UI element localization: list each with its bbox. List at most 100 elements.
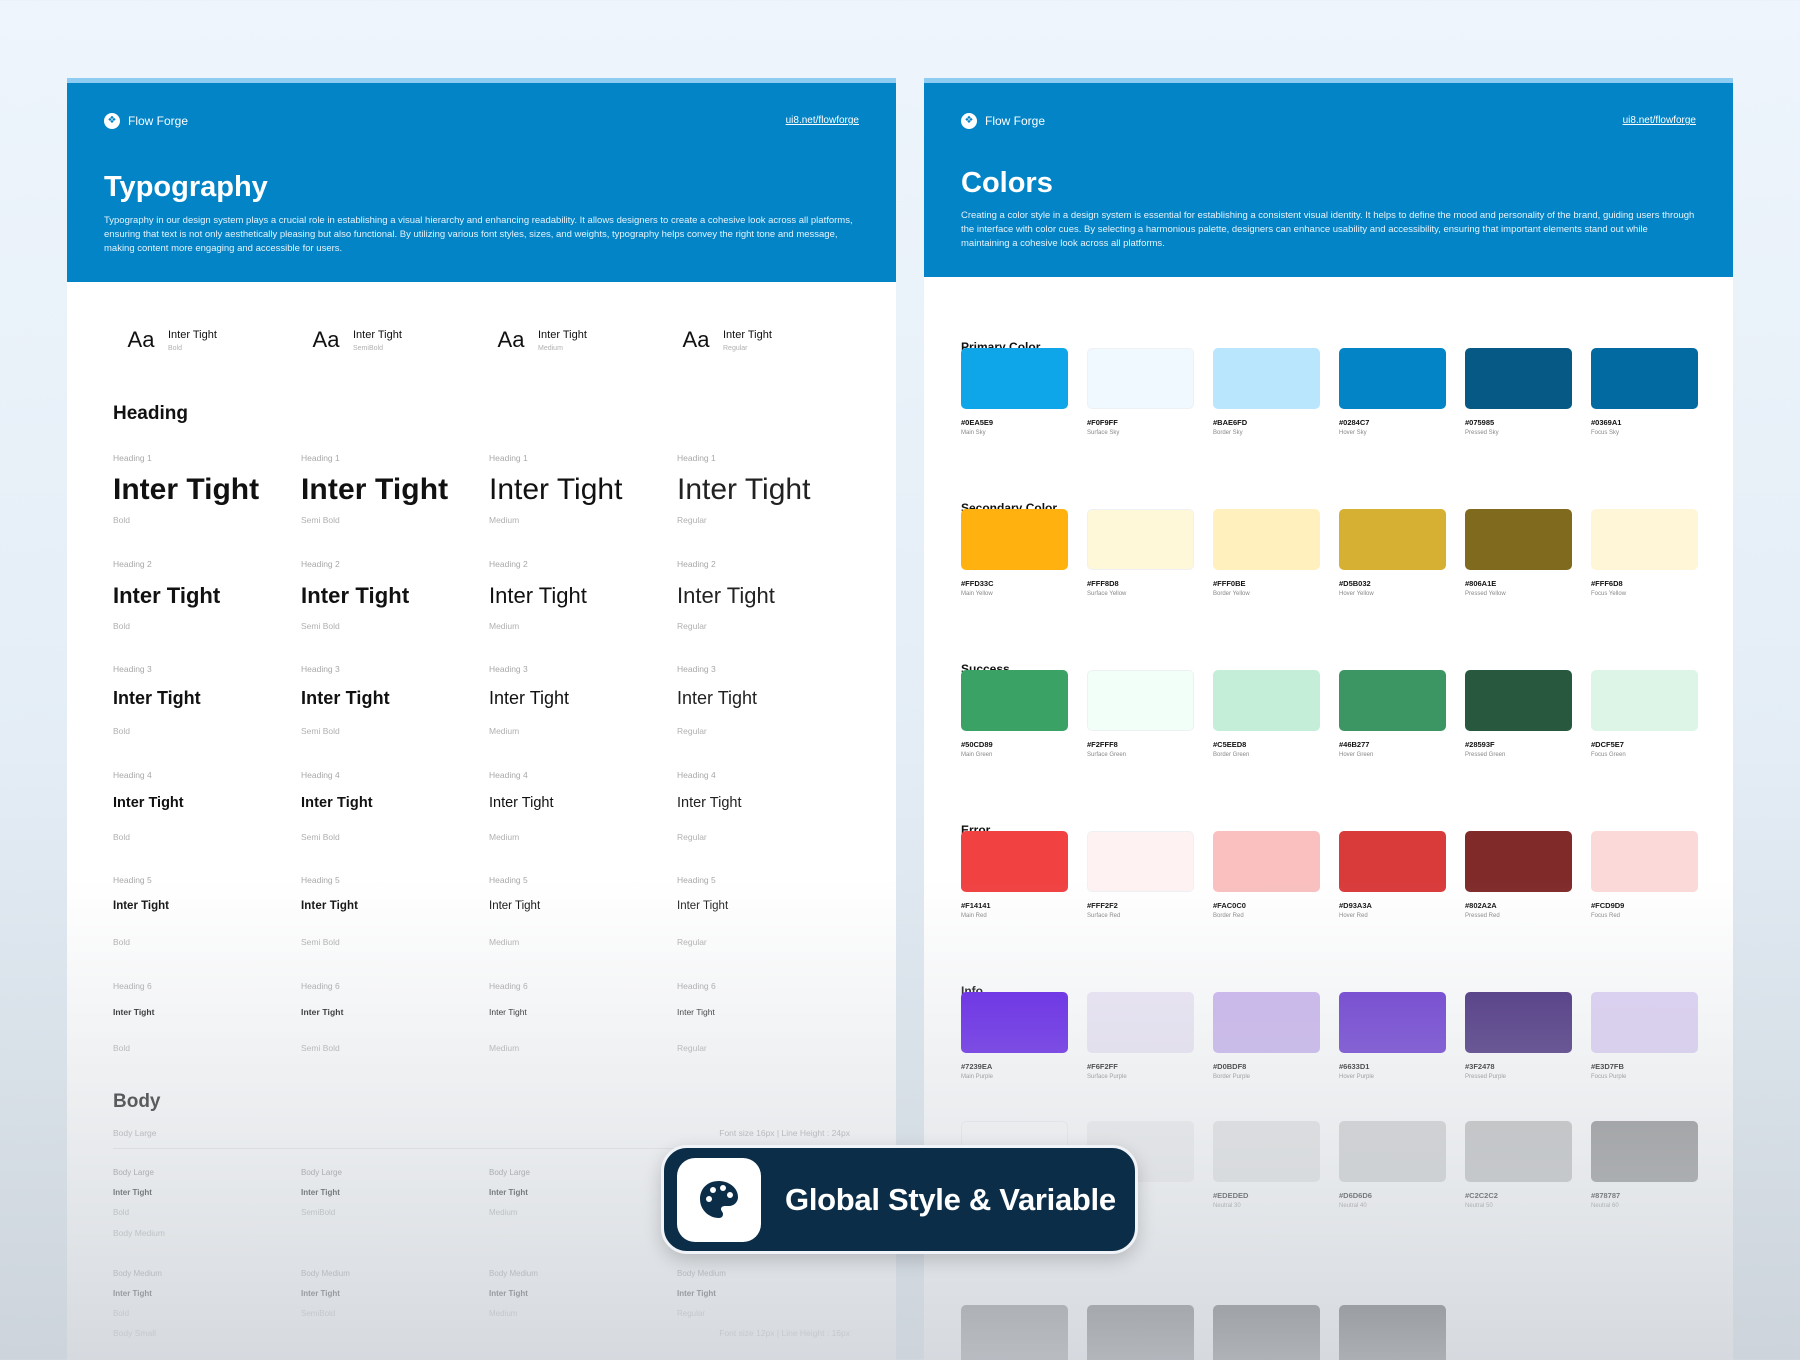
color-swatch[interactable]: #FFF6D8 Focus Yellow bbox=[1591, 509, 1698, 597]
color-swatch[interactable]: #46B277 Hover Green bbox=[1339, 670, 1446, 758]
heading-level-label: Heading 6 bbox=[489, 980, 528, 991]
swatch-chip[interactable] bbox=[1213, 992, 1320, 1053]
color-swatch[interactable]: #DCF5E7 Focus Green bbox=[1591, 670, 1698, 758]
color-swatch[interactable]: #C2C2C2 Neutral 50 bbox=[1465, 1121, 1572, 1209]
swatch-row: #50CD89 Main Green #F2FFF8 Surface Green #C5… bbox=[961, 670, 1698, 758]
swatch-chip[interactable] bbox=[1591, 1121, 1698, 1182]
swatch-chip[interactable] bbox=[1339, 1305, 1446, 1360]
swatch-chip[interactable] bbox=[1213, 509, 1320, 570]
color-swatch[interactable]: #7239EA Main Purple bbox=[961, 992, 1068, 1080]
heading-cell: Heading 3 Inter Tight Bold bbox=[113, 664, 301, 770]
color-swatch[interactable]: #FAC0C0 Border Red bbox=[1213, 831, 1320, 919]
swatch-chip[interactable] bbox=[1591, 992, 1698, 1053]
color-swatch[interactable]: #F14141 Main Red bbox=[961, 831, 1068, 919]
color-swatch[interactable]: #0EA5E9 Main Sky bbox=[961, 348, 1068, 436]
brand-name: Flow Forge bbox=[128, 114, 189, 128]
heading-level-label: Heading 6 bbox=[301, 980, 340, 991]
color-swatch[interactable]: #F0F9FF Surface Sky bbox=[1087, 348, 1194, 436]
body-cell: Body Large Inter Tight Bold bbox=[113, 1168, 301, 1217]
swatch-chip[interactable] bbox=[1339, 670, 1446, 731]
swatch-name: Surface Green bbox=[1087, 752, 1127, 758]
swatch-chip[interactable] bbox=[1339, 992, 1446, 1053]
color-swatch[interactable] bbox=[1339, 1305, 1446, 1360]
swatch-chip[interactable] bbox=[1465, 509, 1572, 570]
swatch-chip[interactable] bbox=[1087, 509, 1194, 570]
color-swatch[interactable]: #D6D6D6 Neutral 40 bbox=[1339, 1121, 1446, 1209]
color-swatch[interactable]: #D93A3A Hover Red bbox=[1339, 831, 1446, 919]
swatch-chip[interactable] bbox=[1087, 992, 1194, 1053]
swatch-chip[interactable] bbox=[1465, 992, 1572, 1053]
swatch-chip[interactable] bbox=[1087, 670, 1194, 731]
swatch-chip[interactable] bbox=[1213, 1121, 1320, 1182]
color-swatch[interactable]: #50CD89 Main Green bbox=[961, 670, 1068, 758]
swatch-chip[interactable] bbox=[1339, 509, 1446, 570]
brand-link[interactable]: ui8.net/flowforge bbox=[786, 115, 859, 126]
swatch-hex: #0369A1 bbox=[1591, 418, 1622, 427]
swatch-chip[interactable] bbox=[961, 348, 1068, 409]
color-swatch[interactable]: #FFF8D8 Surface Yellow bbox=[1087, 509, 1194, 597]
swatch-chip[interactable] bbox=[1213, 348, 1320, 409]
brand-link[interactable]: ui8.net/flowforge bbox=[1623, 115, 1696, 126]
color-swatch[interactable]: #F6F2FF Surface Purple bbox=[1087, 992, 1194, 1080]
body-weight-label: SemiBold bbox=[301, 1208, 336, 1217]
heading-level-label: Heading 5 bbox=[113, 875, 152, 885]
heading-cell: Heading 1 Inter Tight Semi Bold bbox=[301, 453, 489, 559]
swatch-chip[interactable] bbox=[1213, 831, 1320, 892]
swatch-chip[interactable] bbox=[1591, 670, 1698, 731]
swatch-chip[interactable] bbox=[1213, 670, 1320, 731]
swatch-chip[interactable] bbox=[1591, 509, 1698, 570]
swatch-chip[interactable] bbox=[1339, 831, 1446, 892]
page-title: Colors bbox=[961, 167, 1053, 199]
swatch-chip[interactable] bbox=[1465, 670, 1572, 731]
color-swatch[interactable]: #FCD9D9 Focus Red bbox=[1591, 831, 1698, 919]
swatch-hex: #FAC0C0 bbox=[1213, 901, 1246, 910]
color-swatch[interactable]: #D0BDF8 Border Purple bbox=[1213, 992, 1320, 1080]
swatch-chip[interactable] bbox=[1591, 831, 1698, 892]
color-swatch[interactable]: #0369A1 Focus Sky bbox=[1591, 348, 1698, 436]
heading-sample: Inter Tight bbox=[677, 900, 729, 912]
color-swatch[interactable]: #C5EED8 Border Green bbox=[1213, 670, 1320, 758]
specimen-aa: Aa bbox=[497, 327, 525, 352]
swatch-chip[interactable] bbox=[1465, 831, 1572, 892]
swatch-chip[interactable] bbox=[961, 1305, 1068, 1360]
color-swatch[interactable]: #28593F Pressed Green bbox=[1465, 670, 1572, 758]
color-swatch[interactable]: #3F2478 Pressed Purple bbox=[1465, 992, 1572, 1080]
color-swatch[interactable]: #D5B032 Hover Yellow bbox=[1339, 509, 1446, 597]
swatch-chip[interactable] bbox=[961, 670, 1068, 731]
color-swatch[interactable]: #E3D7FB Focus Purple bbox=[1591, 992, 1698, 1080]
swatch-chip[interactable] bbox=[1591, 348, 1698, 409]
color-swatch[interactable] bbox=[961, 1305, 1068, 1360]
heading-cell: Heading 2 Inter Tight Medium bbox=[489, 559, 677, 665]
color-swatch[interactable]: #FFF0BE Border Yellow bbox=[1213, 509, 1320, 597]
swatch-chip[interactable] bbox=[1339, 1121, 1446, 1182]
color-swatch[interactable]: #878787 Neutral 60 bbox=[1591, 1121, 1698, 1209]
swatch-chip[interactable] bbox=[961, 509, 1068, 570]
swatch-chip[interactable] bbox=[1087, 348, 1194, 409]
color-swatch[interactable]: #F2FFF8 Surface Green bbox=[1087, 670, 1194, 758]
swatch-chip[interactable] bbox=[1213, 1305, 1320, 1360]
swatch-chip[interactable] bbox=[961, 992, 1068, 1053]
swatch-chip[interactable] bbox=[1339, 348, 1446, 409]
color-swatch[interactable]: #075985 Pressed Sky bbox=[1465, 348, 1572, 436]
swatch-chip[interactable] bbox=[961, 831, 1068, 892]
color-swatch[interactable]: #BAE6FD Border Sky bbox=[1213, 348, 1320, 436]
color-swatch[interactable]: #EDEDED Neutral 30 bbox=[1213, 1121, 1320, 1209]
color-swatch[interactable] bbox=[1087, 1305, 1194, 1360]
specimen-weight: Bold bbox=[168, 344, 183, 352]
swatch-chip[interactable] bbox=[1465, 1121, 1572, 1182]
heading-sample: Inter Tight bbox=[301, 688, 390, 708]
color-swatch[interactable]: #806A1E Pressed Yellow bbox=[1465, 509, 1572, 597]
swatch-name: Hover Sky bbox=[1339, 430, 1367, 436]
swatch-chip[interactable] bbox=[1087, 1305, 1194, 1360]
body-cell: Body Large Inter Tight Medium bbox=[489, 1168, 677, 1217]
swatch-chip[interactable] bbox=[1465, 348, 1572, 409]
color-swatch[interactable]: #802A2A Pressed Red bbox=[1465, 831, 1572, 919]
color-swatch[interactable]: #0284C7 Hover Sky bbox=[1339, 348, 1446, 436]
swatch-chip[interactable] bbox=[1087, 831, 1194, 892]
swatch-hex: #D5B032 bbox=[1339, 579, 1371, 588]
body-sample: Inter Tight bbox=[489, 1289, 528, 1298]
color-swatch[interactable]: #6633D1 Hover Purple bbox=[1339, 992, 1446, 1080]
color-swatch[interactable]: #FFF2F2 Surface Red bbox=[1087, 831, 1194, 919]
color-swatch[interactable]: #FFD33C Main Yellow bbox=[961, 509, 1068, 597]
color-swatch[interactable] bbox=[1213, 1305, 1320, 1360]
